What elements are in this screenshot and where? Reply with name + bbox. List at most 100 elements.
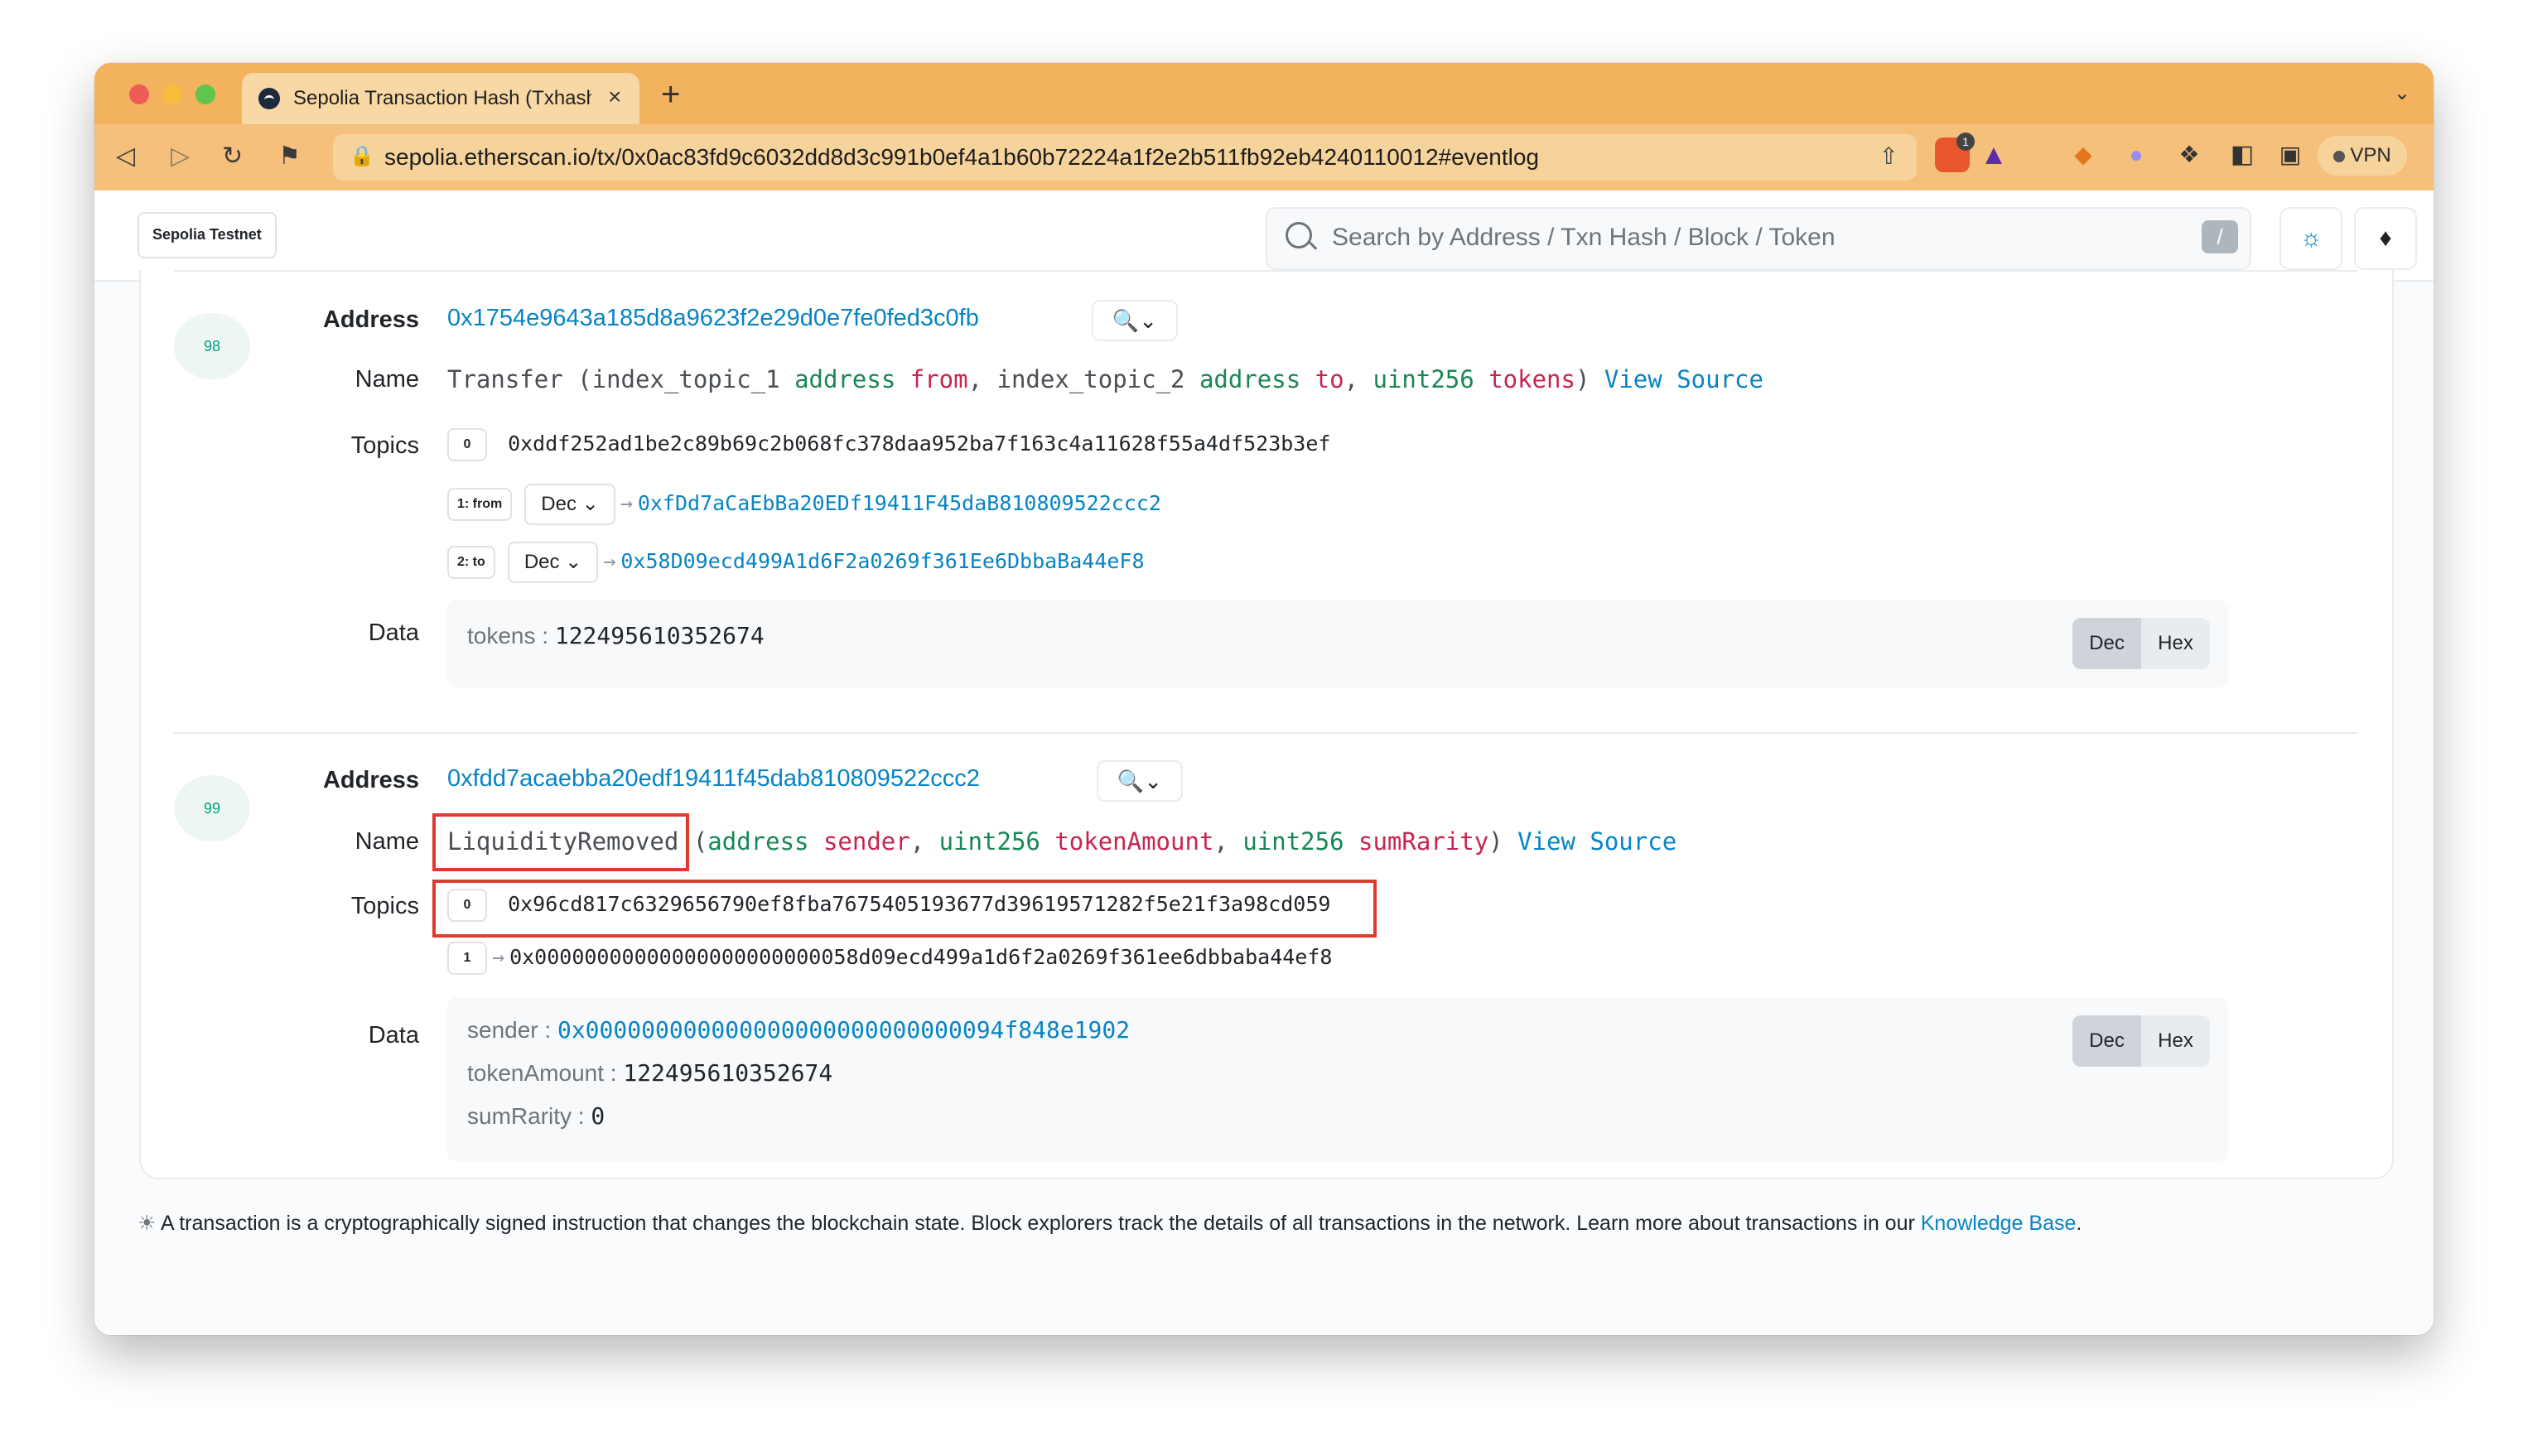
log-address-link[interactable]: 0xfdd7acaebba20edf19411f45dab810809522cc… (447, 764, 980, 793)
hex-button[interactable]: Hex (2141, 618, 2210, 669)
dec-hex-toggle: Dec Hex (2072, 618, 2210, 669)
format-value: Dec (541, 493, 577, 515)
url-text[interactable]: sepolia.etherscan.io/tx/0x0ac83fd9c6032d… (384, 144, 1539, 171)
topic-row: 1: from Dec ⌄ → 0xfDd7aCaEbBa20EDf19411F45… (447, 484, 1161, 525)
topic-format-dropdown[interactable]: Dec ⌄ (524, 484, 615, 525)
theme-toggle-sun-icon[interactable]: ☼ (2280, 207, 2342, 270)
ghost-wallet-icon[interactable]: ● (2119, 137, 2154, 172)
dec-button[interactable]: Dec (2072, 618, 2141, 669)
data-value: 0 (591, 1102, 605, 1130)
topics-label: Topics (350, 893, 419, 919)
view-source-link[interactable]: View Source (1517, 827, 1676, 856)
data-panel: tokens : 122495610352674 Dec Hex (447, 600, 2228, 687)
event-name: Transfer (447, 365, 563, 393)
address-bar[interactable]: 🔒 sepolia.etherscan.io/tx/0x0ac83fd9c603… (333, 134, 1917, 181)
data-entry: tokenAmount : 122495610352674 (467, 1059, 833, 1087)
search-input[interactable]: Search by Address / Txn Hash / Block / T… (1266, 207, 2251, 270)
extensions-puzzle-icon[interactable]: ❖ (2172, 137, 2207, 172)
sidebar-toggle-icon[interactable]: ◧ (2225, 137, 2260, 172)
data-label: Data (368, 620, 419, 646)
tab-list-chevron-icon[interactable]: ⌄ (2394, 81, 2410, 105)
log-divider (174, 732, 2357, 734)
topic-address-link[interactable]: 0x58D09ecd499A1d6F2a0269f361Ee6DbbaBa44e… (620, 549, 1144, 573)
browser-tab[interactable]: Sepolia Transaction Hash (Txhash) Detail… (242, 73, 639, 124)
format-value: Dec (523, 551, 560, 573)
param-prefix: index_topic_2 (996, 365, 1185, 393)
knowledge-base-link[interactable]: Knowledge Base (1921, 1212, 2077, 1235)
tab-close-icon[interactable]: × (608, 84, 621, 109)
new-tab-button[interactable]: + (661, 78, 680, 111)
ethereum-network-icon[interactable]: ♦ (2354, 207, 2417, 270)
footer-end: . (2076, 1212, 2082, 1235)
data-entry: sender : 0x00000000000000000000000000009… (467, 1016, 1131, 1044)
data-key: sender (467, 1017, 538, 1043)
lock-icon: 🔒 (350, 145, 374, 167)
vpn-button[interactable]: VPN (2318, 136, 2407, 176)
dec-hex-toggle: Dec Hex (2072, 1015, 2210, 1067)
data-address-link[interactable]: 0x000000000000000000000000000094f848e190… (557, 1016, 1130, 1044)
top-divider (174, 270, 2357, 272)
param-name: from (909, 365, 968, 393)
topic-row: 0 0xddf252ad1be2c89b69c2b068fc378daa952b… (447, 427, 1330, 461)
param-name: sender (823, 827, 910, 856)
data-value: 122495610352674 (623, 1059, 833, 1087)
topic-value: 0x00000000000000000000000058d09ecd499a1d… (509, 945, 1333, 969)
tab-strip: Sepolia Transaction Hash (Txhash) Detail… (94, 63, 2434, 124)
topic-index-badge: 0 (447, 428, 487, 461)
minimize-window-button[interactable] (162, 84, 182, 104)
etherscan-page: Sepolia Testnet Search by Address / Txn … (94, 190, 2434, 1335)
share-icon[interactable]: ⇧ (1879, 142, 1898, 170)
close-window-button[interactable] (129, 84, 149, 104)
maximize-window-button[interactable] (195, 84, 215, 104)
network-badge[interactable]: Sepolia Testnet (137, 212, 277, 258)
brave-rewards-icon[interactable]: ▲ (1976, 137, 2011, 172)
address-label: Address (322, 306, 419, 333)
data-entry: sumRarity : 0 (467, 1102, 605, 1130)
topic-index-badge: 1: from (447, 488, 513, 521)
reload-icon[interactable]: ↻ (222, 142, 243, 171)
topic-value: 0xddf252ad1be2c89b69c2b068fc378daa952ba7… (508, 431, 1331, 456)
bookmark-icon[interactable]: ⚑ (278, 142, 301, 171)
event-log-card: 98 Address 0x1754e9643a185d8a9623f2e29d0… (139, 270, 2394, 1179)
footer-note: ☀ A transaction is a cryptographically s… (137, 1209, 2082, 1237)
vpn-status-icon (2333, 151, 2346, 162)
arrow-icon: → (603, 549, 616, 573)
param-type: uint256 (1373, 365, 1474, 393)
topic-index-badge: 1 (447, 942, 487, 975)
address-label: Address (322, 767, 419, 793)
brave-shields-icon[interactable]: 1 (1935, 133, 1975, 172)
topics-label: Topics (350, 432, 419, 459)
footer-text: A transaction is a cryptographically sig… (161, 1212, 1921, 1235)
browser-window: Sepolia Transaction Hash (Txhash) Detail… (94, 63, 2434, 1335)
back-icon[interactable]: ◁ (116, 142, 135, 171)
name-label: Name (355, 366, 419, 393)
param-type: address (794, 365, 896, 393)
topic-format-dropdown[interactable]: Dec ⌄ (507, 542, 599, 583)
topic-index-badge: 2: to (447, 546, 495, 579)
forward-icon[interactable]: ▷ (171, 142, 190, 171)
address-zoom-dropdown[interactable]: 🔍⌄ (1092, 300, 1178, 341)
data-key: tokens (467, 623, 536, 648)
lightbulb-icon: ☀ (137, 1212, 157, 1235)
log-address-link[interactable]: 0x1754e9643a185d8a9623f2e29d0e7fe0fed3c0… (447, 303, 979, 333)
data-value: 122495610352674 (554, 622, 765, 649)
highlight-box-topic0 (432, 880, 1377, 938)
name-label: Name (355, 828, 419, 855)
event-signature: Transfer (index_topic_1 address from, in… (447, 365, 1763, 393)
vpn-label: VPN (2350, 144, 2391, 166)
metamask-fox-icon[interactable]: ◆ (2066, 137, 2101, 172)
search-shortcut-badge: / (2202, 220, 2238, 253)
browser-toolbar: ◁ ▷ ↻ ⚑ 🔒 sepolia.etherscan.io/tx/0x0ac8… (94, 124, 2434, 190)
site-header: Sepolia Testnet Search by Address / Txn … (94, 190, 2434, 282)
arrow-icon: → (620, 491, 633, 515)
data-key: tokenAmount (467, 1060, 604, 1086)
address-zoom-dropdown[interactable]: 🔍⌄ (1097, 760, 1183, 802)
wallet-icon[interactable]: ▣ (2273, 137, 2308, 172)
hex-button[interactable]: Hex (2141, 1015, 2210, 1067)
param-type: address (707, 827, 809, 856)
dec-button[interactable]: Dec (2072, 1015, 2141, 1067)
param-name: sumRarity (1358, 827, 1489, 856)
param-type: uint256 (1242, 827, 1344, 856)
topic-address-link[interactable]: 0xfDd7aCaEbBa20EDf19411F45daB810809522cc… (638, 491, 1161, 515)
view-source-link[interactable]: View Source (1604, 365, 1763, 393)
